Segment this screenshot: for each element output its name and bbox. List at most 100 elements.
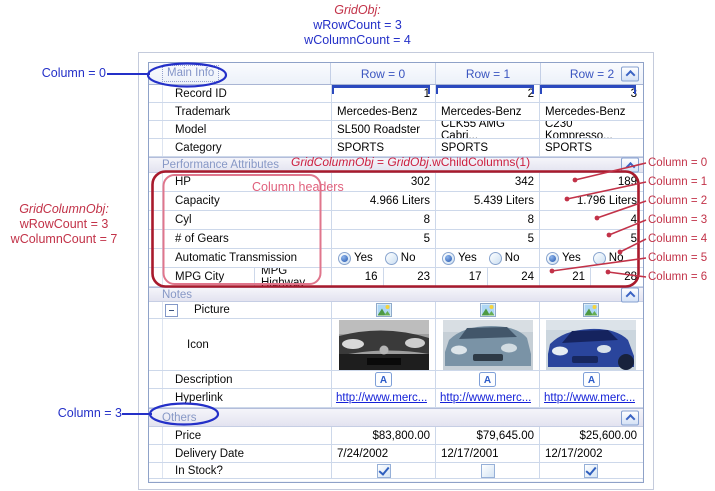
data-cell[interactable]: 5 <box>540 230 642 248</box>
main-info-corner[interactable]: Main Info <box>149 63 330 84</box>
data-cell[interactable]: 189 <box>540 173 642 191</box>
data-cell[interactable]: A <box>436 371 540 388</box>
split-value-cell[interactable]: 24 <box>488 268 540 286</box>
in-stock-checkbox[interactable] <box>377 464 391 478</box>
row-header-cell[interactable]: In Stock? <box>163 463 332 478</box>
row-header-cell[interactable]: Icon <box>163 319 332 370</box>
data-cell[interactable]: C230 Kompresso... <box>540 121 642 138</box>
radio-no[interactable] <box>489 252 502 265</box>
data-cell[interactable] <box>332 319 436 370</box>
data-cell[interactable]: 302 <box>332 173 436 191</box>
collapse-button[interactable] <box>621 287 639 302</box>
data-cell[interactable]: YesNo <box>436 249 540 267</box>
data-cell[interactable]: 1724 <box>436 268 540 286</box>
data-cell[interactable]: SL500 Roadster <box>332 121 436 138</box>
data-cell[interactable]: 4 <box>540 211 642 229</box>
radio-yes[interactable] <box>442 252 455 265</box>
data-cell[interactable]: YesNo <box>332 249 436 267</box>
data-cell[interactable]: 12/17/2002 <box>540 445 642 462</box>
row-header-cell[interactable]: Automatic Transmission <box>163 249 332 267</box>
data-cell[interactable]: 5 <box>436 230 540 248</box>
data-cell[interactable]: $79,645.00 <box>436 427 540 444</box>
in-stock-checkbox[interactable] <box>481 464 495 478</box>
split-value-cell[interactable]: 17 <box>436 268 488 286</box>
data-cell[interactable]: 12/17/2001 <box>436 445 540 462</box>
row-header-cell[interactable]: Cyl <box>163 211 332 229</box>
data-cell[interactable]: Mercedes-Benz <box>436 103 540 120</box>
radio-no[interactable] <box>385 252 398 265</box>
column-header[interactable]: Row = 1 <box>435 63 540 84</box>
data-cell[interactable]: 8 <box>332 211 436 229</box>
data-cell[interactable]: 5 <box>332 230 436 248</box>
split-value-cell[interactable]: 28 <box>591 268 642 286</box>
dark-car-photo <box>339 320 429 370</box>
data-cell[interactable] <box>332 463 436 478</box>
section-header-label: Others <box>162 412 197 424</box>
section-header-others[interactable]: Others <box>149 408 643 427</box>
data-cell[interactable]: 7/24/2002 <box>332 445 436 462</box>
row-header-cell[interactable]: Record ID <box>163 85 332 102</box>
row-indent <box>149 249 163 267</box>
data-cell[interactable]: 342 <box>436 173 540 191</box>
data-cell[interactable]: http://www.merc... <box>332 389 436 407</box>
data-cell[interactable]: 4.966 Liters <box>332 192 436 210</box>
data-cell[interactable]: 1.796 Liters <box>540 192 642 210</box>
data-cell[interactable] <box>540 302 642 318</box>
row-header-cell[interactable]: Price <box>163 427 332 444</box>
collapse-button[interactable] <box>621 410 639 425</box>
data-cell[interactable]: CLK55 AMG Cabri... <box>436 121 540 138</box>
data-cell[interactable]: 8 <box>436 211 540 229</box>
split-value-cell[interactable]: 23 <box>384 268 436 286</box>
hyperlink-link[interactable]: http://www.merc... <box>540 392 635 404</box>
grid-row: In Stock? <box>149 463 643 479</box>
data-cell[interactable]: Mercedes-Benz <box>332 103 436 120</box>
data-cell[interactable]: A <box>540 371 642 388</box>
data-cell[interactable] <box>332 302 436 318</box>
data-cell[interactable]: SPORTS <box>540 139 642 156</box>
data-cell[interactable]: http://www.merc... <box>436 389 540 407</box>
row-header-cell[interactable]: Picture <box>163 302 332 318</box>
hyperlink-link[interactable]: http://www.merc... <box>436 392 531 404</box>
collapse-minus-icon[interactable] <box>165 304 178 317</box>
collapse-button[interactable] <box>621 66 639 81</box>
data-cell[interactable]: http://www.merc... <box>540 389 642 407</box>
collapse-button[interactable] <box>621 158 639 173</box>
row-header-cell[interactable]: # of Gears <box>163 230 332 248</box>
data-cell[interactable] <box>540 319 642 370</box>
data-cell[interactable] <box>436 319 540 370</box>
data-cell[interactable]: 2128 <box>540 268 642 286</box>
chevron-up-icon <box>625 414 635 424</box>
data-cell[interactable]: SPORTS <box>436 139 540 156</box>
in-stock-checkbox[interactable] <box>584 464 598 478</box>
data-cell[interactable]: YesNo <box>540 249 642 267</box>
record-selection-bracket <box>332 85 430 94</box>
row-header-label: Price <box>163 430 201 442</box>
row-header-cell[interactable]: Model <box>163 121 332 138</box>
radio-no[interactable] <box>593 252 606 265</box>
section-header-notes[interactable]: Notes <box>149 287 643 302</box>
text-a-icon: A <box>583 372 600 387</box>
data-cell[interactable] <box>540 463 642 478</box>
radio-yes[interactable] <box>546 252 559 265</box>
data-cell[interactable]: 5.439 Liters <box>436 192 540 210</box>
row-header-cell[interactable]: Hyperlink <box>163 389 332 407</box>
row-header-cell[interactable]: Trademark <box>163 103 332 120</box>
data-cell[interactable]: Mercedes-Benz <box>540 103 642 120</box>
hyperlink-link[interactable]: http://www.merc... <box>332 392 427 404</box>
split-value-cell[interactable]: 16 <box>332 268 384 286</box>
row-header-cell[interactable]: Description <box>163 371 332 388</box>
data-cell[interactable]: A <box>332 371 436 388</box>
data-cell[interactable] <box>436 463 540 478</box>
data-cell[interactable]: $25,600.00 <box>540 427 642 444</box>
row-header-cell[interactable]: MPG CityMPG Highway <box>163 268 332 286</box>
data-cell[interactable]: $83,800.00 <box>332 427 436 444</box>
radio-yes[interactable] <box>338 252 351 265</box>
split-value-cell[interactable]: 21 <box>540 268 591 286</box>
row-header-cell[interactable]: Category <box>163 139 332 156</box>
row-header-cell[interactable]: Delivery Date <box>163 445 332 462</box>
data-cell[interactable] <box>436 302 540 318</box>
data-cell[interactable]: 1623 <box>332 268 436 286</box>
column-header[interactable]: Row = 0 <box>330 63 435 84</box>
data-cell[interactable]: SPORTS <box>332 139 436 156</box>
row-header-label: Model <box>163 124 206 136</box>
